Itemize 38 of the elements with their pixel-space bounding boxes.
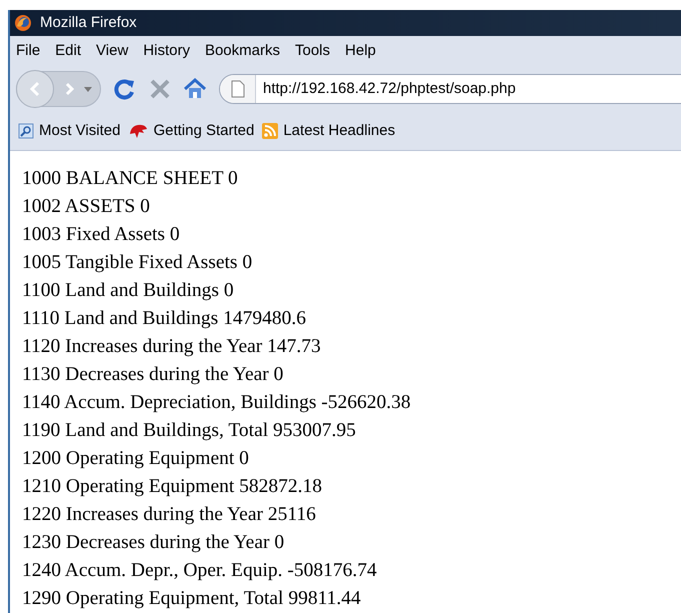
account-line: 1210 Operating Equipment 582872.18 bbox=[22, 475, 324, 499]
account-line: 1140 Accum. Depreciation, Buildings -526620.38 bbox=[22, 391, 412, 415]
magnifier-icon bbox=[18, 123, 34, 139]
reload-icon[interactable] bbox=[113, 77, 137, 101]
menu-item[interactable]: Bookmarks bbox=[204, 40, 280, 62]
bookmark-link[interactable]: Latest Headlines bbox=[283, 120, 396, 142]
menu-item[interactable]: Tools bbox=[294, 40, 330, 62]
back-button[interactable] bbox=[16, 70, 54, 108]
account-line: 1230 Decreases during the Year 0 bbox=[22, 531, 286, 555]
menu-item[interactable]: File bbox=[16, 40, 40, 62]
account-line: 1220 Increases during the Year 25116 bbox=[22, 503, 317, 527]
account-line: 1200 Operating Equipment 0 bbox=[22, 447, 250, 471]
menu-item[interactable]: Help bbox=[345, 40, 376, 62]
window-title: Mozilla Firefox bbox=[40, 12, 137, 33]
menu-item[interactable]: Edit bbox=[55, 40, 82, 62]
menu-item[interactable]: View bbox=[96, 40, 128, 62]
account-line: 1120 Increases during the Year 147.73 bbox=[22, 335, 322, 359]
bookmark-link[interactable]: Most Visited bbox=[39, 120, 120, 142]
account-line: 1130 Decreases during the Year 0 bbox=[22, 363, 284, 387]
account-line: 1002 ASSETS 0 bbox=[22, 195, 151, 219]
home-icon[interactable] bbox=[183, 78, 207, 100]
address-bar[interactable]: http://192.168.42.72/phptest/soap.php bbox=[219, 74, 681, 104]
account-line: 1110 Land and Buildings 1479480.6 bbox=[22, 307, 307, 331]
account-line: 1005 Tangible Fixed Assets 0 bbox=[22, 251, 254, 275]
account-line: 1003 Fixed Assets 0 bbox=[22, 223, 181, 247]
account-line: 1190 Land and Buildings, Total 953007.95 bbox=[22, 419, 357, 443]
dinosaur-icon bbox=[128, 122, 148, 140]
page-icon bbox=[230, 80, 244, 98]
account-line: 1100 Land and Buildings 0 bbox=[22, 279, 235, 303]
feed-icon bbox=[262, 123, 278, 139]
dropdown-caret-icon[interactable] bbox=[84, 86, 92, 92]
menu-item[interactable]: History bbox=[143, 40, 190, 62]
firefox-logo-icon bbox=[14, 14, 32, 32]
account-line: 1240 Accum. Depr., Oper. Equip. -508176.74 bbox=[22, 559, 378, 583]
account-line: 1000 BALANCE SHEET 0 bbox=[22, 167, 239, 191]
bookmark-link[interactable]: Getting Started bbox=[153, 120, 254, 142]
stop-icon[interactable] bbox=[149, 78, 171, 100]
account-line: 1290 Operating Equipment, Total 99811.44 bbox=[22, 587, 362, 611]
